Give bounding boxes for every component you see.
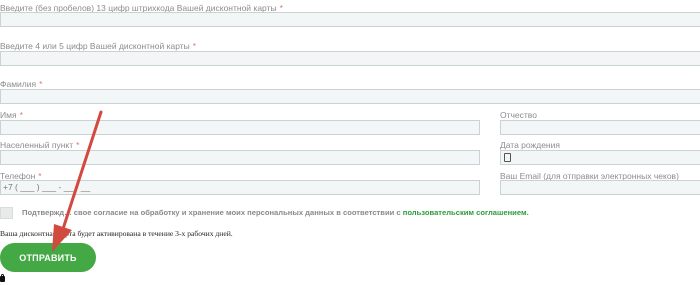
name-label: Имя *: [0, 110, 23, 120]
barcode-input[interactable]: [0, 12, 700, 27]
birthdate-input[interactable]: [500, 150, 700, 165]
phone-mask: +7 ( ___ ) ___ - __ - __: [3, 182, 91, 192]
patronymic-label: Отчество: [500, 110, 537, 120]
lock-icon: [0, 274, 5, 282]
consent-checkbox[interactable]: [0, 207, 13, 219]
locality-input[interactable]: [0, 150, 480, 165]
calendar-icon[interactable]: [504, 153, 511, 162]
surname-input[interactable]: [0, 89, 700, 104]
name-input[interactable]: [0, 120, 480, 135]
phone-input[interactable]: +7 ( ___ ) ___ - __ - __: [0, 180, 480, 195]
consent-text: Подтвержд… свое согласие на обработку и …: [22, 208, 529, 217]
submit-button[interactable]: ОТПРАВИТЬ: [0, 243, 96, 272]
activation-notice: Ваша дисконтная карта будет активирована…: [0, 229, 233, 238]
locality-label: Населенный пункт *: [0, 140, 80, 150]
card-digits-input[interactable]: [0, 51, 700, 66]
card-digits-label: Введите 4 или 5 цифр Вашей дисконтной ка…: [0, 41, 197, 51]
surname-label: Фамилия *: [0, 79, 43, 89]
patronymic-input[interactable]: [500, 120, 700, 135]
email-input[interactable]: [500, 180, 700, 195]
user-agreement-link[interactable]: пользовательским соглашением.: [403, 208, 529, 217]
birthdate-label: Дата рождения: [500, 140, 560, 150]
